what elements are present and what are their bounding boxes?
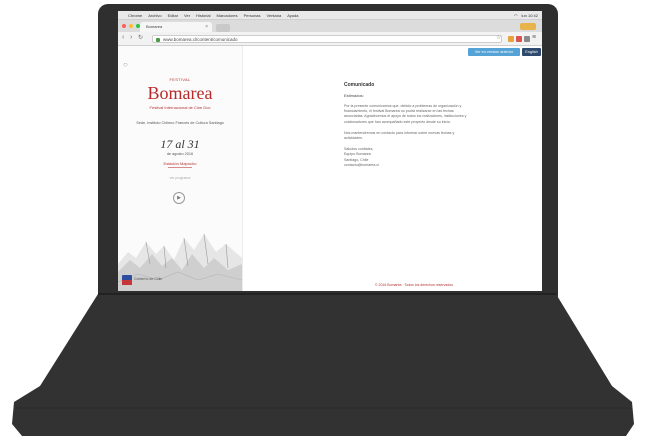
content-greeting: Estimados: [344,93,364,98]
back-icon[interactable]: ‹ [122,34,124,42]
content-paragraph: Por la presente comunicamos que, debido … [344,104,467,124]
signature-line: contacto@bomarea.cl [344,162,380,167]
web-page: ○ FESTIVAL Bomarea Festival Internaciona… [118,46,542,291]
close-tab-icon[interactable]: × [205,22,208,32]
menubar-item[interactable]: Ayuda [287,13,298,18]
menubar-item[interactable]: Ver [184,13,190,18]
bookmark-star-icon[interactable]: ☆ [496,34,501,41]
main-content: Comunicado Estimados: Por la presente co… [344,82,474,168]
menubar-item[interactable]: Chrome [128,13,142,18]
close-window-button[interactable] [122,24,126,28]
menubar-item[interactable]: Historial [196,13,210,18]
chile-government-logo [122,275,132,285]
browser-tab[interactable]: Bomarea × [140,22,212,32]
window-controls [122,24,140,28]
content-paragraph: Nos mantendremos en contacto para inform… [344,130,455,141]
event-venue-link[interactable]: Estación Mapocho [118,161,242,166]
menubar-item[interactable]: Editar [168,13,178,18]
sidebar-panel: ○ FESTIVAL Bomarea Festival Internaciona… [118,46,243,291]
english-button[interactable]: English [522,48,541,56]
content-title: Comunicado [344,82,375,88]
brand-title[interactable]: Bomarea [118,83,242,104]
extension-icon[interactable] [516,36,522,42]
url-text: www.bomarea.cl/content/comunicado [163,37,238,42]
menubar-item[interactable]: Personas [244,13,261,18]
forward-icon[interactable]: › [130,34,132,42]
event-description: Sede, Instituto Chileno Francés de Cultu… [136,121,224,125]
brand-tagline: Festival Internacional de Cine Doc [149,105,211,110]
reload-icon[interactable]: ↻ [138,34,143,42]
logo-text: Gobierno de Chile [134,277,163,281]
laptop-screen: Chrome Archivo Editar Ver Historial Marc… [118,11,542,291]
wifi-icon[interactable]: ◠ [514,13,518,18]
page-footer: © 2016 Bomarea · Todos los derechos rese… [374,283,453,287]
brand-kicker: FESTIVAL [169,77,191,82]
search-icon[interactable]: ○ [123,60,128,69]
lock-icon [156,38,160,42]
browser-toolbar: ‹ › ↻ www.bomarea.cl/content/comunicado … [118,32,542,46]
event-month: de agosto 2016 [166,152,194,156]
previous-version-button[interactable]: Ver en version anterior [468,48,520,56]
extension-icon[interactable] [508,36,514,42]
extension-icon[interactable] [524,36,530,42]
minimize-window-button[interactable] [129,24,133,28]
divider [168,167,192,168]
clock-status[interactable]: lun 10:42 [522,13,538,18]
mac-menubar: Chrome Archivo Editar Ver Historial Marc… [118,11,542,20]
event-dates: 17 al 31 [160,137,200,151]
new-tab-button[interactable] [216,24,230,32]
menubar-item[interactable]: Ventana [267,13,282,18]
laptop-base [12,293,634,436]
play-circle-icon[interactable]: ▶ [173,192,185,204]
browser-menu-icon[interactable]: ≡ [532,34,536,42]
menubar-item[interactable]: Archivo [148,13,161,18]
browser-tabbar: Bomarea × [118,20,542,32]
address-bar[interactable]: www.bomarea.cl/content/comunicado [152,35,502,43]
program-link[interactable]: ver programa [118,176,242,180]
profile-badge[interactable] [520,23,536,30]
menubar-item[interactable]: Marcadores [217,13,238,18]
tab-title: Bomarea [146,24,163,29]
